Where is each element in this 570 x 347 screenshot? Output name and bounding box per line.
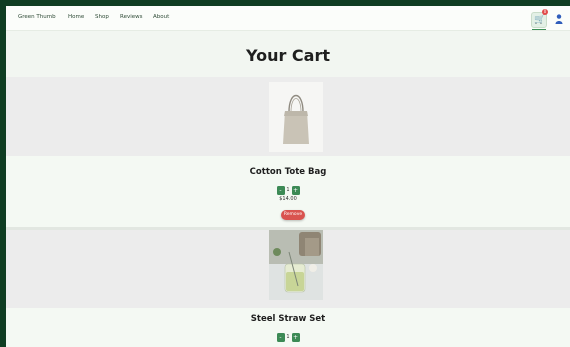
product-image-tote-bag [269, 82, 323, 152]
top-nav: Green Thumb Home Shop Reviews About 🛒 0 [6, 6, 570, 31]
remove-button[interactable]: Remove [281, 210, 305, 220]
nav-link-shop[interactable]: Shop [95, 14, 109, 20]
active-indicator [532, 28, 546, 30]
nav-link-about[interactable]: About [153, 14, 169, 20]
nav-link-reviews[interactable]: Reviews [120, 14, 143, 20]
decrease-quantity-button[interactable]: - [276, 333, 285, 342]
increase-quantity-button[interactable]: + [291, 333, 300, 342]
brand-link[interactable]: Green Thumb [18, 14, 56, 20]
quantity-control: - 1 + [6, 186, 570, 195]
increase-quantity-button[interactable]: + [291, 186, 300, 195]
nav-link-home[interactable]: Home [68, 14, 84, 20]
quantity-control: - 1 + [6, 333, 570, 342]
product-name: Cotton Tote Bag [249, 167, 327, 177]
product-image-straw-set [269, 230, 323, 300]
quantity-value: 1 [286, 334, 290, 340]
product-name: Steel Straw Set [250, 314, 326, 324]
cart-count-badge: 0 [542, 9, 548, 15]
product-price: $14.00 [279, 196, 297, 202]
page: Green Thumb Home Shop Reviews About 🛒 0 … [6, 6, 570, 347]
decrease-quantity-button[interactable]: - [276, 186, 285, 195]
cart-icon: 🛒 [534, 15, 546, 25]
user-icon[interactable] [555, 14, 563, 24]
page-title: Your Cart [245, 46, 331, 65]
quantity-value: 1 [286, 187, 290, 193]
